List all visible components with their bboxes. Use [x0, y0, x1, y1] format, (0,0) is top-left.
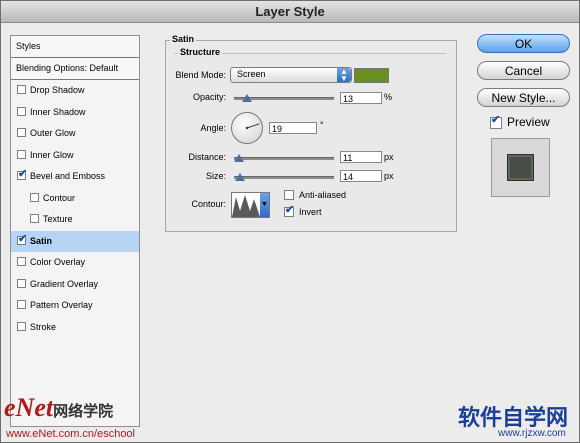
- blend-mode-value: Screen: [237, 69, 266, 79]
- sidebar-item[interactable]: Pattern Overlay: [11, 295, 139, 316]
- distance-slider-thumb[interactable]: [234, 154, 244, 162]
- opacity-slider-thumb[interactable]: [242, 94, 252, 102]
- enet-logo-text: eNet: [4, 393, 54, 422]
- sidebar-item-checkbox[interactable]: [17, 128, 26, 137]
- sidebar-item[interactable]: ✔ Bevel and Emboss: [11, 166, 139, 187]
- checkmark-icon: ✔: [18, 232, 28, 245]
- distance-unit: px: [384, 152, 394, 162]
- contour-label: Contour:: [191, 199, 226, 209]
- sidebar-item-checkbox[interactable]: [30, 214, 39, 223]
- sidebar-item[interactable]: Texture: [11, 209, 139, 230]
- angle-label: Angle:: [200, 123, 226, 133]
- invert-label: Invert: [299, 207, 322, 217]
- sidebar-item-label: Bevel and Emboss: [30, 171, 106, 181]
- sidebar-item-label: Contour: [43, 192, 76, 203]
- size-slider-thumb[interactable]: [235, 173, 245, 181]
- size-slider-track[interactable]: [234, 176, 334, 179]
- contour-curve-icon: [232, 195, 260, 217]
- angle-input[interactable]: 19: [269, 122, 317, 134]
- sidebar-item-label: Drop Shadow: [30, 85, 85, 95]
- sidebar-item[interactable]: Gradient Overlay: [11, 274, 139, 295]
- sidebar-item[interactable]: Color Overlay: [11, 252, 139, 273]
- updown-arrow-icon: ▲ ▼: [337, 68, 351, 83]
- distance-label: Distance:: [188, 152, 226, 162]
- sidebar-item-label: Inner Shadow: [30, 106, 86, 117]
- blend-mode-label: Blend Mode:: [175, 70, 226, 80]
- title-bar: Layer Style: [1, 1, 579, 23]
- opacity-unit: %: [384, 92, 393, 102]
- satin-color-swatch[interactable]: [354, 68, 389, 83]
- preview-checkbox[interactable]: ✔: [490, 114, 502, 129]
- distance-slider-track[interactable]: [234, 157, 334, 160]
- preview-label: Preview: [507, 115, 550, 129]
- sidebar-item-checkbox[interactable]: [17, 85, 26, 94]
- checkmark-icon: ✔: [18, 168, 28, 180]
- sidebar-item-label: Stroke: [30, 321, 57, 332]
- window-title: Layer Style: [255, 4, 325, 19]
- sidebar-item-label: Texture: [43, 214, 73, 224]
- size-label: Size:: [205, 171, 226, 181]
- sidebar-item-checkbox[interactable]: [17, 300, 26, 309]
- blending-options-item[interactable]: Blending Options: Default: [11, 58, 139, 80]
- enet-logo-cn: 网络学院: [53, 404, 114, 420]
- opacity-label: Opacity:: [192, 92, 226, 102]
- cancel-button[interactable]: Cancel: [477, 61, 570, 80]
- contour-picker[interactable]: ▼: [231, 192, 270, 218]
- sidebar-item-checkbox[interactable]: [17, 278, 26, 288]
- sidebar-item[interactable]: Stroke: [11, 317, 139, 338]
- sidebar-item[interactable]: Inner Shadow: [11, 102, 139, 123]
- size-input[interactable]: 14: [340, 170, 382, 182]
- sidebar-item-checkbox[interactable]: ✔: [17, 168, 28, 180]
- anti-aliased-label: Anti-aliased: [299, 190, 347, 200]
- styles-sidebar: Styles Blending Options: Default Drop Sh…: [10, 35, 140, 427]
- sidebar-item-checkbox[interactable]: ✔: [17, 232, 28, 245]
- sidebar-item-checkbox[interactable]: [17, 106, 26, 116]
- rjzxw-url: www.rjzxw.com: [498, 428, 566, 439]
- satin-section-title: Satin: [170, 34, 197, 44]
- checkmark-icon: ✔: [491, 114, 501, 126]
- sidebar-item-checkbox[interactable]: [17, 149, 26, 159]
- invert-checkbox[interactable]: ✔: [284, 204, 295, 217]
- styles-header-label: Styles: [16, 41, 41, 51]
- structure-group-title: Structure: [178, 47, 223, 57]
- preview-square: [507, 154, 534, 181]
- enet-logo: eNet网络学院: [4, 393, 113, 423]
- sidebar-item-label: Gradient Overlay: [30, 278, 99, 289]
- sidebar-item[interactable]: ✔ Satin: [11, 230, 139, 252]
- sidebar-item-label: Pattern Overlay: [30, 300, 93, 310]
- enet-url: www.eNet.com.cn/eschool: [6, 428, 135, 440]
- angle-unit: °: [320, 120, 324, 130]
- sidebar-item-label: Satin: [30, 235, 53, 246]
- sidebar-item-label: Color Overlay: [30, 257, 86, 267]
- sidebar-item-label: Inner Glow: [30, 149, 74, 160]
- sidebar-item[interactable]: Contour: [11, 188, 139, 209]
- checkmark-icon: ✔: [285, 204, 295, 216]
- sidebar-item-checkbox[interactable]: [17, 257, 26, 266]
- sidebar-item-label: Outer Glow: [30, 128, 76, 138]
- size-unit: px: [384, 171, 394, 181]
- sidebar-item[interactable]: Inner Glow: [11, 145, 139, 166]
- sidebar-item-checkbox[interactable]: [17, 321, 26, 331]
- anti-aliased-checkbox[interactable]: [284, 190, 294, 200]
- opacity-input[interactable]: 13: [340, 92, 382, 104]
- contour-dropdown-icon[interactable]: ▼: [260, 193, 269, 217]
- sidebar-item[interactable]: Drop Shadow: [11, 80, 139, 101]
- sidebar-item-checkbox[interactable]: [30, 192, 39, 202]
- blend-mode-select[interactable]: Screen ▲ ▼: [230, 67, 352, 83]
- ok-button[interactable]: OK: [477, 34, 570, 53]
- styles-header[interactable]: Styles: [11, 36, 139, 58]
- sidebar-item[interactable]: Outer Glow: [11, 123, 139, 144]
- angle-dial[interactable]: [231, 112, 263, 144]
- blending-options-label: Blending Options: Default: [16, 63, 119, 73]
- distance-input[interactable]: 11: [340, 151, 382, 163]
- angle-indicator-icon: [245, 123, 260, 130]
- new-style-button[interactable]: New Style...: [477, 88, 570, 107]
- style-preview: [491, 138, 550, 197]
